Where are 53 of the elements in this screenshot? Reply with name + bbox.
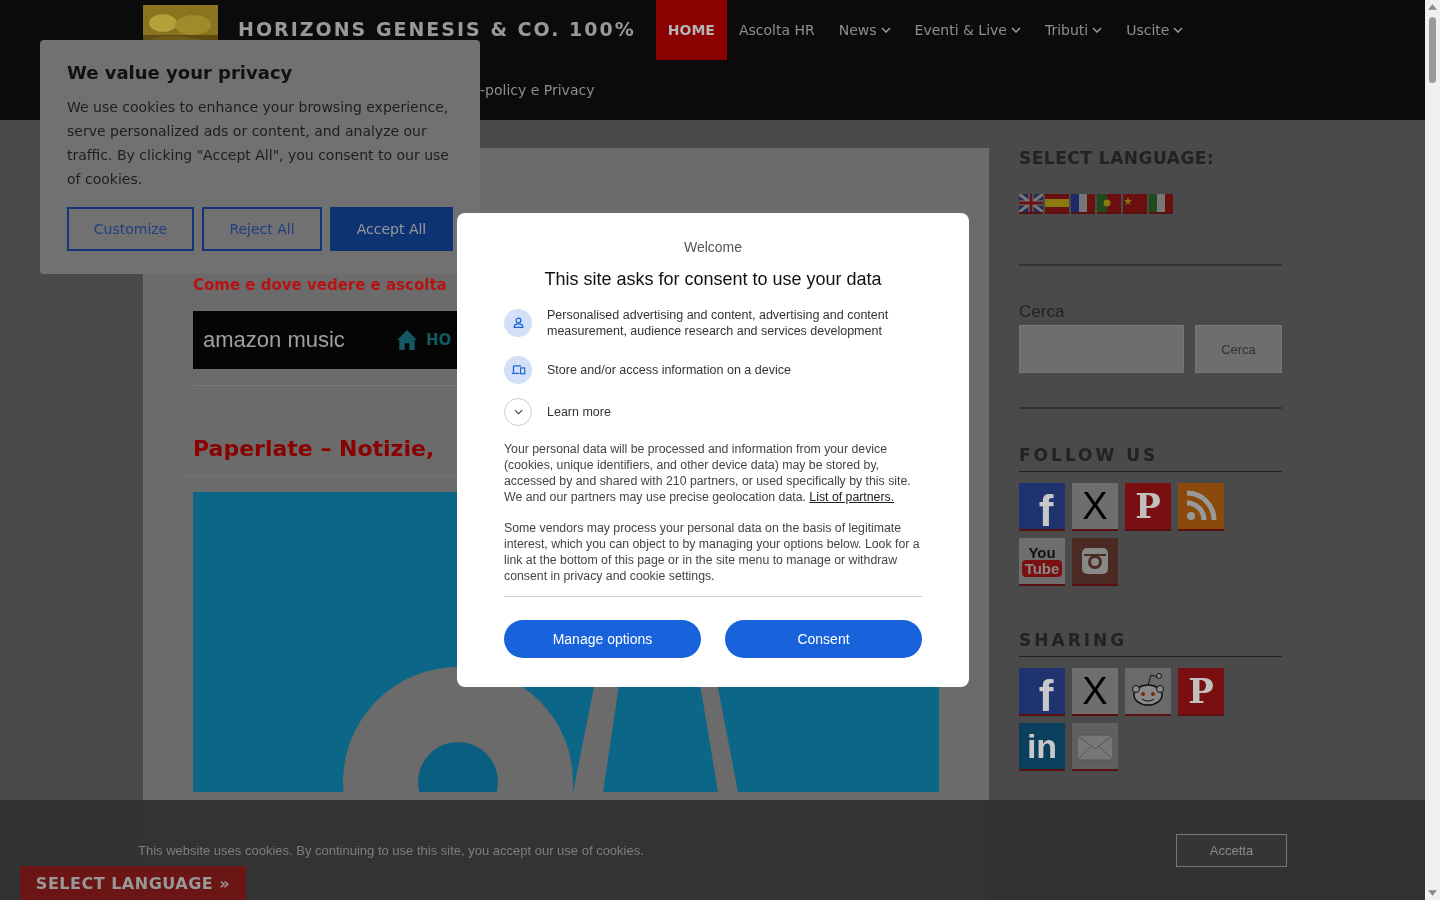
- x-icon[interactable]: X: [1072, 483, 1118, 531]
- portugal-flag-icon[interactable]: [1097, 194, 1121, 214]
- nav-item[interactable]: HOME: [655, 0, 727, 60]
- scroll-up-icon[interactable]: [1428, 4, 1437, 10]
- nav-item[interactable]: Eventi & Live: [902, 0, 1033, 60]
- dialog-title: This site asks for consent to use your data: [543, 269, 883, 290]
- dialog-button[interactable]: Consent: [725, 620, 922, 658]
- rss-icon[interactable]: [1178, 483, 1224, 531]
- spain-flag-icon[interactable]: [1045, 194, 1069, 214]
- facebook-icon[interactable]: f: [1019, 483, 1065, 531]
- scrollbar[interactable]: [1425, 0, 1440, 900]
- select-language-button[interactable]: SELECT LANGUAGE »: [20, 866, 246, 900]
- dialog-subtitle: Welcome: [682, 239, 744, 255]
- search-field[interactable]: [1019, 325, 1184, 373]
- purpose-text: Personalised advertising and content, advertising and content measurement, audience research and services development: [547, 307, 890, 339]
- linkedin-icon[interactable]: in: [1019, 723, 1065, 771]
- china-flag-icon[interactable]: [1123, 194, 1147, 214]
- pinterest-icon[interactable]: P: [1178, 668, 1224, 716]
- privacy-text: We use cookies to enhance your browsing experience, serve personalized ads or content, and analyze our traffic. By clicking "Accept All", you consent to our use of cookies.: [67, 98, 450, 189]
- dialog-paragraph: Your personal data will be processed and information from your device (cookies, unique identifiers, and other device data) may be stored by, accessed by and shared with 210 partners, or used specifically by this site. We and our partners may use precise geolocation data. List of partners.: [504, 441, 912, 505]
- purpose-text: Store and/or access information on a device: [547, 362, 791, 378]
- person-icon: [504, 309, 532, 337]
- scroll-down-icon[interactable]: [1428, 890, 1437, 896]
- home-icon: [396, 329, 418, 351]
- banner-logo: amazon music: [203, 327, 346, 353]
- pinterest-icon[interactable]: P: [1125, 483, 1171, 531]
- learn-more-label[interactable]: Learn more: [547, 404, 611, 420]
- cookie-notice: This website uses cookies. By continuing to use this site, you accept our use of cookies.: [138, 843, 644, 858]
- nav-item[interactable]: Tributi: [1032, 0, 1115, 60]
- email-icon[interactable]: [1072, 723, 1118, 771]
- instagram-icon[interactable]: [1072, 538, 1118, 586]
- x-icon[interactable]: X: [1072, 668, 1118, 716]
- youtube-icon[interactable]: You Tube: [1019, 538, 1065, 586]
- france-flag-icon[interactable]: [1071, 194, 1095, 214]
- devices-icon: [504, 356, 532, 384]
- nav-item[interactable]: -policy e Privacy: [480, 82, 595, 98]
- privacy-title: We value your privacy: [67, 62, 294, 83]
- nav-item[interactable]: Uscite: [1114, 0, 1196, 60]
- chevron-down-icon: [513, 409, 523, 415]
- scrollbar-thumb[interactable]: [1429, 17, 1436, 83]
- partners-link[interactable]: List of partners.: [809, 490, 895, 504]
- dialog-paragraph: Some vendors may process your personal data on the basis of legitimate interest, which you can object to by managing your options below. Look for a link at the bottom of this page or in the site menu to manage or withdraw consent in privacy and cookie settings.: [504, 520, 921, 584]
- uk-flag-icon[interactable]: [1019, 194, 1043, 214]
- accept-all-button[interactable]: Accept All: [330, 207, 453, 251]
- section-heading: Come e dove vedere e ascolta: [193, 276, 447, 296]
- dialog-button[interactable]: Manage options: [504, 620, 701, 658]
- nav-item[interactable]: Ascolta HR: [726, 0, 827, 60]
- nav-item[interactable]: News: [826, 0, 903, 60]
- italy-flag-icon[interactable]: [1149, 194, 1173, 214]
- accept-button[interactable]: Accetta: [1176, 834, 1287, 867]
- reddit-icon[interactable]: [1125, 668, 1171, 716]
- facebook-icon[interactable]: f: [1019, 668, 1065, 716]
- site-title[interactable]: HORIZONS GENESIS & CO. 100%: [238, 18, 636, 40]
